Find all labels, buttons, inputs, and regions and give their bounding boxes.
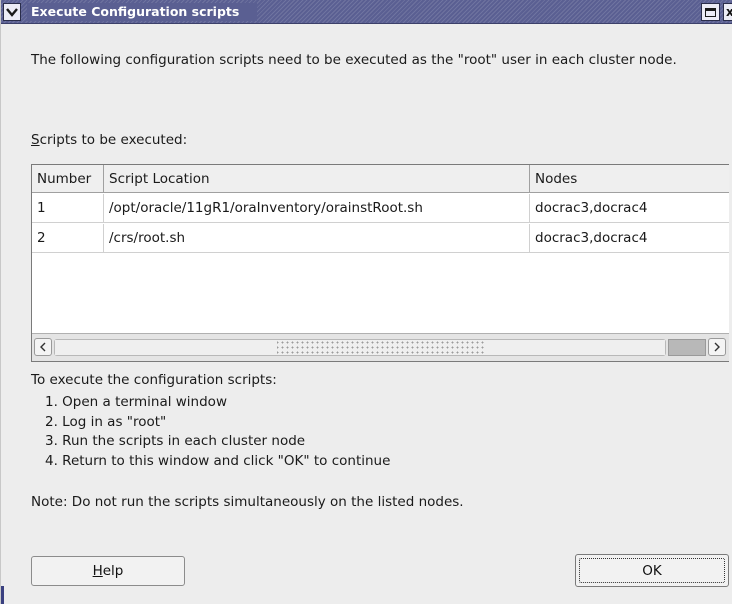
intro-text: The following configuration scripts need… (31, 52, 677, 68)
cell-script-location: /opt/oracle/11gR1/oraInventory/orainstRo… (104, 194, 530, 223)
window-edge (1, 586, 4, 604)
arrow-left-icon[interactable] (34, 338, 52, 356)
help-button-label: elp (102, 563, 124, 579)
arrow-right-icon[interactable] (708, 338, 726, 356)
column-header-script-location[interactable]: Script Location (104, 165, 530, 193)
dialog-window: Execute Configuration scripts x The foll… (0, 0, 732, 604)
cell-number: 2 (32, 224, 104, 253)
chevron-down-icon[interactable] (3, 3, 21, 21)
help-button-mnemonic: H (92, 563, 103, 579)
ok-button[interactable]: OK (575, 554, 729, 587)
cell-nodes: docrac3,docrac4 (535, 200, 648, 216)
table-header: Number Script Location Nodes (32, 165, 729, 193)
instruction-step: 1. Open a terminal window (45, 394, 227, 410)
close-icon[interactable]: x (723, 3, 732, 21)
scrollbar-thumb[interactable] (54, 339, 666, 356)
instructions-title: To execute the configuration scripts: (31, 372, 277, 388)
ok-button-label: OK (579, 558, 725, 583)
scripts-label-text: cripts to be executed: (39, 132, 188, 148)
horizontal-scrollbar[interactable] (32, 333, 729, 361)
instruction-step: 2. Log in as "root" (45, 413, 167, 430)
note-text: Note: Do not run the scripts simultaneou… (31, 494, 464, 510)
help-button[interactable]: Help (31, 556, 185, 586)
instruction-step: 4. Return to this window and click "OK" … (45, 452, 391, 469)
maximize-icon[interactable] (701, 3, 720, 21)
scripts-label-mnemonic: S (31, 132, 40, 148)
scrollbar-track[interactable] (668, 339, 706, 356)
scripts-label: Scripts to be executed: (31, 132, 187, 148)
column-header-number[interactable]: Number (32, 165, 104, 193)
table-row[interactable]: 1 /opt/oracle/11gR1/oraInventory/orainst… (32, 194, 729, 223)
table-row[interactable]: 2 /crs/root.sh docrac3,docrac4 (32, 224, 729, 253)
title-bar[interactable]: Execute Configuration scripts x (1, 0, 732, 24)
cell-nodes: docrac3,docrac4 (535, 230, 648, 246)
window-title: Execute Configuration scripts (27, 3, 257, 21)
instruction-step: 3. Run the scripts in each cluster node (45, 433, 306, 449)
cell-number: 1 (32, 194, 104, 223)
instructions-list: 1. Open a terminal window 2. Log in as "… (45, 393, 390, 471)
scripts-table: Number Script Location Nodes 1 /opt/orac… (31, 164, 729, 362)
cell-script-location: /crs/root.sh (104, 224, 530, 253)
column-header-nodes[interactable]: Nodes (530, 165, 729, 193)
